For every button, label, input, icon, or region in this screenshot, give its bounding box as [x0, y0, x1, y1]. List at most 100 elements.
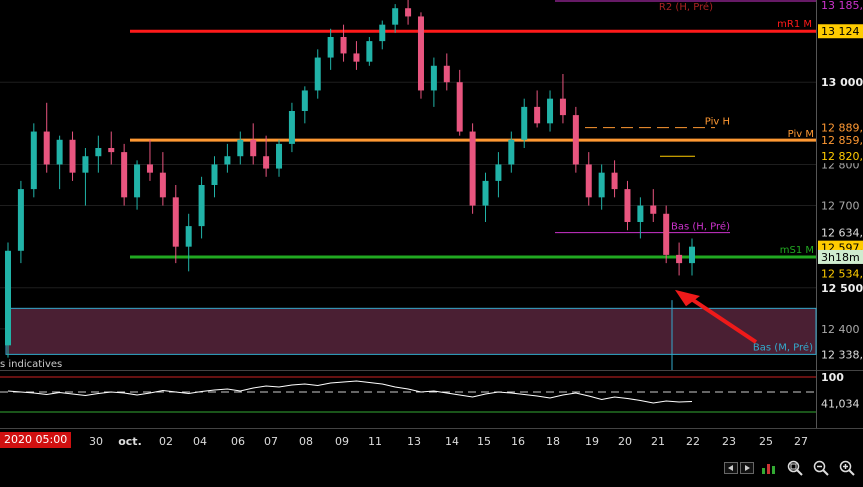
candle-body — [405, 8, 412, 17]
r2-label: R2 (H, Pré) — [659, 1, 713, 13]
candle-body — [108, 148, 115, 153]
price-tag-piv-m: 12 859,1 — [821, 134, 863, 147]
zoom-fit-icon[interactable] — [786, 459, 804, 477]
candle-body — [469, 131, 476, 206]
candle-body — [508, 139, 515, 165]
candle-body — [534, 106, 541, 124]
candle-body — [482, 180, 489, 206]
bas-h-label: Bas (H, Pré) — [671, 221, 730, 233]
x-tick-label: 19 — [585, 435, 599, 448]
x-tick-label: 09 — [335, 435, 349, 448]
candle-body — [366, 41, 373, 62]
candle-body — [430, 65, 437, 91]
candle-body — [250, 139, 257, 157]
x-tick-label: 30 — [89, 435, 103, 448]
x-tick-label: 07 — [264, 435, 278, 448]
x-tick-label: 02 — [159, 435, 173, 448]
x-tick-label: 04 — [193, 435, 207, 448]
candle-body — [353, 53, 360, 62]
chart-window: R2 (H, Pré) mR1 M Piv H Piv M Bas (H, Pré) mS… — [0, 0, 863, 483]
candle-body — [443, 65, 450, 83]
candle-body — [159, 172, 166, 198]
candle-body — [314, 57, 321, 91]
x-tick-label: 11 — [368, 435, 382, 448]
piv-h-label: Piv H — [705, 117, 730, 128]
price-tag-t1: 12 820,0 — [821, 150, 863, 163]
price-tag-bas-m: 12 338,0 — [821, 348, 863, 361]
candle-body — [689, 246, 695, 264]
candle-body — [263, 156, 270, 169]
candle-body — [17, 189, 24, 251]
candle-body — [198, 185, 205, 227]
x-tick-label: oct. — [118, 435, 142, 448]
price-tag-bas-h: 12 634,3 — [821, 227, 863, 240]
x-tick-label: 27 — [794, 435, 808, 448]
y-tick-label: 12 400 — [821, 323, 860, 336]
candle-body — [392, 8, 399, 25]
piv-m-label: Piv M — [788, 129, 814, 140]
bas-m-label: Bas (M, Pré) — [753, 341, 813, 353]
candle-body — [237, 139, 244, 157]
candle-body — [82, 156, 89, 173]
x-tick-label: 16 — [511, 435, 525, 448]
x-tick-label: 23 — [722, 435, 736, 448]
candle-body — [676, 254, 683, 264]
x-tick-label: 18 — [546, 435, 560, 448]
support-zone-rect — [5, 307, 817, 355]
candle-body — [611, 172, 618, 190]
zoom-out-icon[interactable] — [812, 459, 830, 477]
candle-body — [637, 205, 644, 222]
price-tag-osc: 41,034 — [821, 398, 860, 411]
candle-body — [624, 189, 631, 222]
candle-body — [146, 164, 153, 173]
cursor-date-badge: 2020 05:00 — [0, 432, 72, 448]
candle-body — [172, 197, 179, 247]
x-tick-label: 13 — [407, 435, 421, 448]
osc-tick-label: 100 — [821, 371, 844, 384]
candle-body — [572, 115, 579, 165]
candle-body — [134, 164, 141, 198]
candle-body — [559, 98, 566, 116]
candle-body — [121, 152, 128, 198]
chart-canvas[interactable]: R2 (H, Pré) mR1 M Piv H Piv M Bas (H, Pré) mS… — [0, 0, 863, 483]
indicatives-label: s indicatives — [0, 359, 62, 370]
x-tick-label: 06 — [231, 435, 245, 448]
grid-lines — [0, 0, 863, 429]
x-tick-label: 15 — [477, 435, 491, 448]
candle-body — [417, 16, 424, 91]
candle-body — [69, 139, 76, 173]
chart-settings-icon[interactable] — [760, 459, 778, 477]
candle-body — [495, 164, 502, 181]
candle-body — [521, 106, 528, 140]
zoom-in-icon[interactable] — [838, 459, 856, 477]
oscillator-panel — [0, 376, 816, 413]
candle-body — [301, 90, 308, 111]
candle-body — [185, 226, 192, 247]
candle-body — [456, 82, 463, 132]
candle-body — [43, 131, 50, 165]
candle-body — [288, 111, 295, 144]
candle-body — [585, 164, 592, 198]
candle-body — [95, 148, 102, 157]
scroll-right-icon[interactable] — [738, 459, 756, 477]
support-zone — [5, 307, 817, 355]
candle-body — [276, 143, 283, 169]
x-tick-label: 20 — [618, 435, 632, 448]
x-tick-label: 22 — [686, 435, 700, 448]
candle-body — [30, 131, 37, 190]
candle-body — [547, 98, 554, 124]
candle-body — [56, 139, 63, 165]
price-tag-low: 12 534,9 — [821, 267, 863, 280]
candle-body — [211, 164, 218, 185]
price-tag-r1: 13 124 — [821, 25, 860, 38]
x-tick-label: 08 — [299, 435, 313, 448]
price-tag-piv-h: 12 889,5 — [821, 122, 863, 135]
y-tick-label: 12 500 — [821, 282, 863, 295]
candle-body — [224, 156, 231, 165]
x-tick-label: 14 — [445, 435, 459, 448]
candle-body — [327, 37, 334, 58]
candle-body — [340, 37, 347, 54]
y-tick-label: 12 700 — [821, 200, 860, 213]
candle-body — [379, 24, 386, 42]
mr1-label: mR1 M — [777, 19, 812, 30]
